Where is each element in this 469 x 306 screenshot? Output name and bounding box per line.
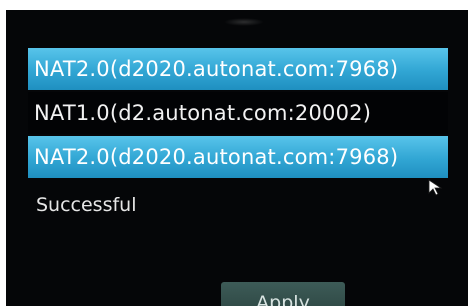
mouse-pointer-icon	[428, 179, 443, 196]
screen-glare	[224, 18, 264, 26]
nat-server-dropdown-list[interactable]: NAT2.0(d2020.autonat.com:7968) NAT1.0(d2…	[28, 44, 448, 204]
apply-button[interactable]: Apply	[221, 282, 345, 306]
dropdown-option-nat2-second[interactable]: NAT2.0(d2020.autonat.com:7968)	[28, 136, 448, 178]
dropdown-option-label: NAT2.0(d2020.autonat.com:7968)	[34, 145, 399, 169]
dropdown-option-label: NAT2.0(d2020.autonat.com:7968)	[34, 57, 399, 81]
dropdown-option-nat1[interactable]: NAT1.0(d2.autonat.com:20002)	[28, 92, 448, 134]
settings-screen: NAT2.0(d2020.autonat.com:7968) NAT1.0(d2…	[6, 10, 468, 306]
dropdown-option-label: NAT1.0(d2.autonat.com:20002)	[34, 101, 372, 125]
connection-status-text: Successful	[36, 194, 137, 216]
dropdown-option-nat2-first[interactable]: NAT2.0(d2020.autonat.com:7968)	[28, 48, 448, 90]
